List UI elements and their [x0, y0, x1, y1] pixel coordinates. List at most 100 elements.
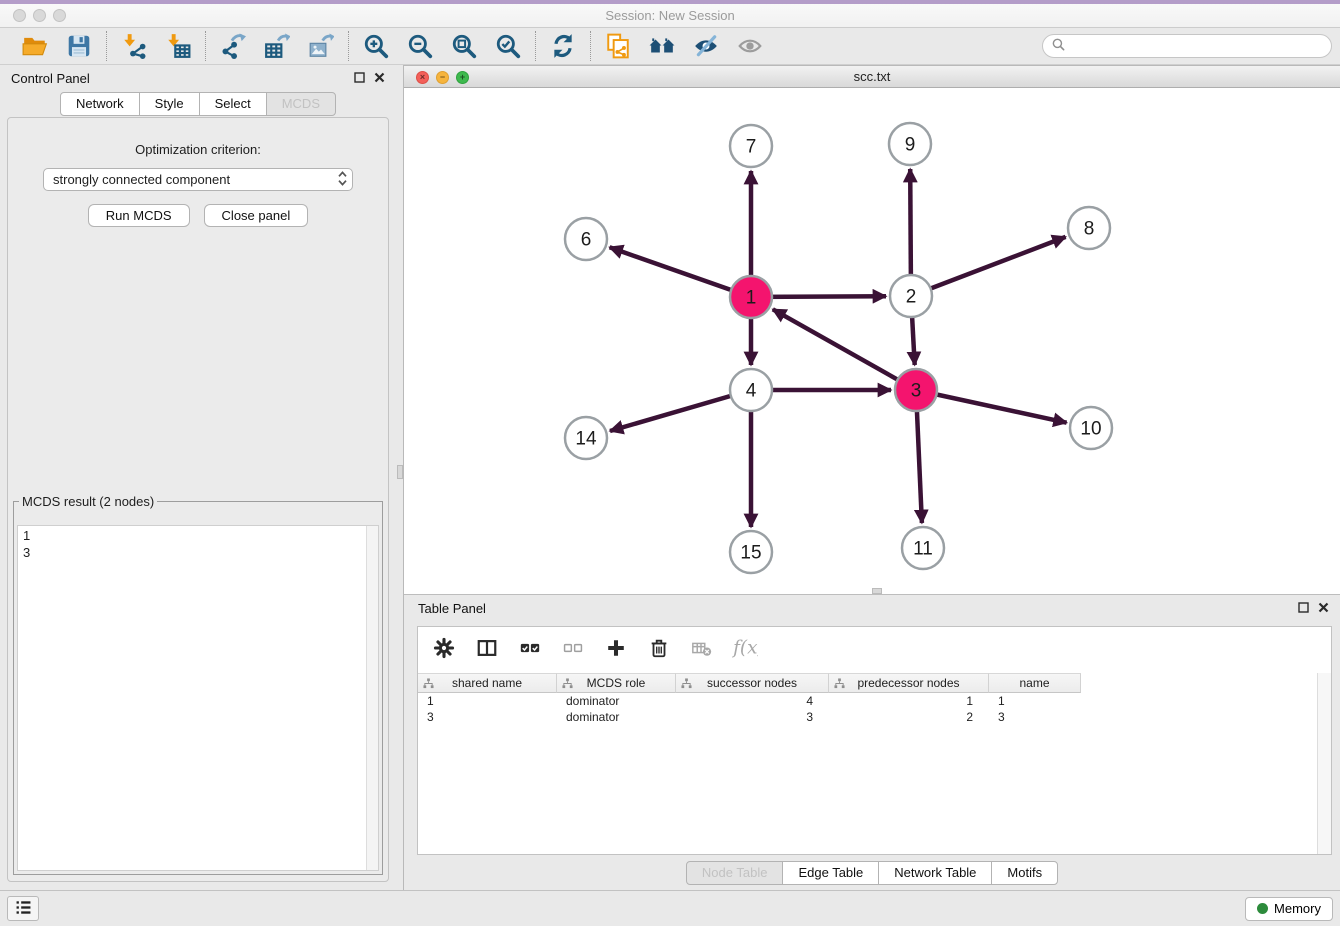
zoom-in-button[interactable]: [362, 32, 390, 60]
close-window-button[interactable]: [13, 9, 26, 22]
clone-network-button[interactable]: [604, 32, 632, 60]
node-label: 7: [746, 137, 757, 158]
open-file-button[interactable]: [21, 32, 49, 60]
network-canvas[interactable]: 1 2 3 4 6 7 8 9 10 11 14 15: [404, 88, 1340, 593]
table-settings-button[interactable]: [432, 636, 456, 660]
float-icon: [1298, 601, 1309, 616]
search-icon: [1052, 38, 1065, 54]
split-panel-button[interactable]: [475, 636, 499, 660]
delete-table-button[interactable]: [690, 636, 714, 660]
function-builder-button[interactable]: f(x): [733, 636, 757, 660]
node-label: 4: [746, 381, 757, 402]
tab-network-table[interactable]: Network Table: [878, 861, 992, 885]
network-window-traffic-lights: × − +: [416, 71, 469, 84]
column-header-label: MCDS role: [587, 676, 646, 690]
table-cell[interactable]: 3: [676, 709, 829, 725]
memory-status-icon: [1257, 903, 1268, 914]
network-graph[interactable]: 1 2 3 4 6 7 8 9 10 11 14 15: [404, 88, 1339, 593]
column-header-MCDS-role[interactable]: MCDS role: [557, 673, 676, 693]
zoom-in-icon: [363, 33, 389, 59]
network-close-button[interactable]: ×: [416, 71, 429, 84]
hide-selected-button[interactable]: [692, 32, 720, 60]
search-input[interactable]: [1071, 38, 1322, 55]
criterion-select[interactable]: strongly connected component: [43, 168, 353, 191]
table-row[interactable]: 1dominator411: [418, 693, 1317, 709]
zoom-selected-button[interactable]: [494, 32, 522, 60]
float-table-panel-button[interactable]: [1298, 601, 1309, 616]
node-label: 14: [575, 429, 597, 450]
import-table-button[interactable]: [164, 32, 192, 60]
graph-node-4[interactable]: 4: [730, 369, 772, 411]
table-cell[interactable]: dominator: [557, 709, 676, 725]
table-cell[interactable]: 3: [418, 709, 557, 725]
edge-1-6[interactable]: [610, 247, 751, 297]
network-minimize-button[interactable]: −: [436, 71, 449, 84]
result-scrollbar[interactable]: [366, 526, 378, 870]
table-row[interactable]: 3dominator323: [418, 709, 1317, 725]
column-header-successor-nodes[interactable]: successor nodes: [676, 673, 829, 693]
column-header-predecessor-nodes[interactable]: predecessor nodes: [829, 673, 989, 693]
edge-2-8[interactable]: [911, 237, 1066, 296]
column-header-shared-name[interactable]: shared name: [418, 673, 557, 693]
import-network-button[interactable]: [120, 32, 148, 60]
export-table-button[interactable]: [263, 32, 291, 60]
graph-node-11[interactable]: 11: [902, 527, 944, 569]
add-column-button[interactable]: [604, 636, 628, 660]
graph-node-6[interactable]: 6: [565, 218, 607, 260]
tab-motifs[interactable]: Motifs: [991, 861, 1058, 885]
table-cell[interactable]: 3: [989, 709, 1081, 725]
mcds-result-area[interactable]: 1 3: [17, 525, 379, 871]
first-neighbors-button[interactable]: [648, 32, 676, 60]
refresh-layout-button[interactable]: [549, 32, 577, 60]
table-cell[interactable]: dominator: [557, 693, 676, 709]
export-network-button[interactable]: [219, 32, 247, 60]
tab-node-table[interactable]: Node Table: [686, 861, 784, 885]
show-all-button[interactable]: [736, 32, 764, 60]
graph-node-14[interactable]: 14: [565, 417, 607, 459]
tab-network[interactable]: Network: [60, 92, 140, 116]
zoom-fit-button[interactable]: [450, 32, 478, 60]
graph-node-9[interactable]: 9: [889, 123, 931, 165]
close-table-panel-button[interactable]: [1318, 601, 1329, 616]
zoom-window-button[interactable]: [53, 9, 66, 22]
graph-node-1[interactable]: 1: [730, 276, 772, 318]
graph-node-8[interactable]: 8: [1068, 207, 1110, 249]
select-all-button[interactable]: [518, 636, 542, 660]
table-scrollbar[interactable]: [1317, 673, 1331, 854]
network-window-titlebar: × − + scc.txt: [404, 65, 1340, 88]
export-image-button[interactable]: [307, 32, 335, 60]
table-cell[interactable]: 1: [829, 693, 989, 709]
tab-edge-table[interactable]: Edge Table: [782, 861, 879, 885]
run-mcds-button[interactable]: Run MCDS: [88, 204, 190, 227]
column-header-name[interactable]: name: [989, 673, 1081, 693]
table-cell[interactable]: 1: [418, 693, 557, 709]
table-cell[interactable]: 2: [829, 709, 989, 725]
tab-mcds[interactable]: MCDS: [266, 92, 336, 116]
table-cell[interactable]: 1: [989, 693, 1081, 709]
table-cell[interactable]: 4: [676, 693, 829, 709]
tab-style[interactable]: Style: [139, 92, 200, 116]
edge-3-1[interactable]: [773, 309, 916, 390]
delete-selection-button[interactable]: [647, 636, 671, 660]
network-maximize-button[interactable]: +: [456, 71, 469, 84]
deselect-all-button[interactable]: [561, 636, 585, 660]
close-panel-button[interactable]: [374, 71, 385, 86]
graph-node-15[interactable]: 15: [730, 531, 772, 573]
save-session-button[interactable]: [65, 32, 93, 60]
zoom-out-button[interactable]: [406, 32, 434, 60]
edge-3-10[interactable]: [916, 390, 1067, 423]
tab-select[interactable]: Select: [199, 92, 267, 116]
graph-node-3[interactable]: 3: [895, 369, 937, 411]
graph-node-2[interactable]: 2: [890, 275, 932, 317]
minimize-window-button[interactable]: [33, 9, 46, 22]
task-history-button[interactable]: [7, 896, 39, 921]
close-panel-button-2[interactable]: Close panel: [204, 204, 309, 227]
panel-splitter[interactable]: [396, 65, 404, 890]
graph-node-10[interactable]: 10: [1070, 407, 1112, 449]
splitter-handle[interactable]: [397, 465, 403, 479]
window-titlebar: Session: New Session: [0, 4, 1340, 28]
graph-node-7[interactable]: 7: [730, 125, 772, 167]
memory-button[interactable]: Memory: [1245, 897, 1333, 921]
search-field[interactable]: [1042, 34, 1332, 58]
float-panel-button[interactable]: [354, 71, 365, 86]
